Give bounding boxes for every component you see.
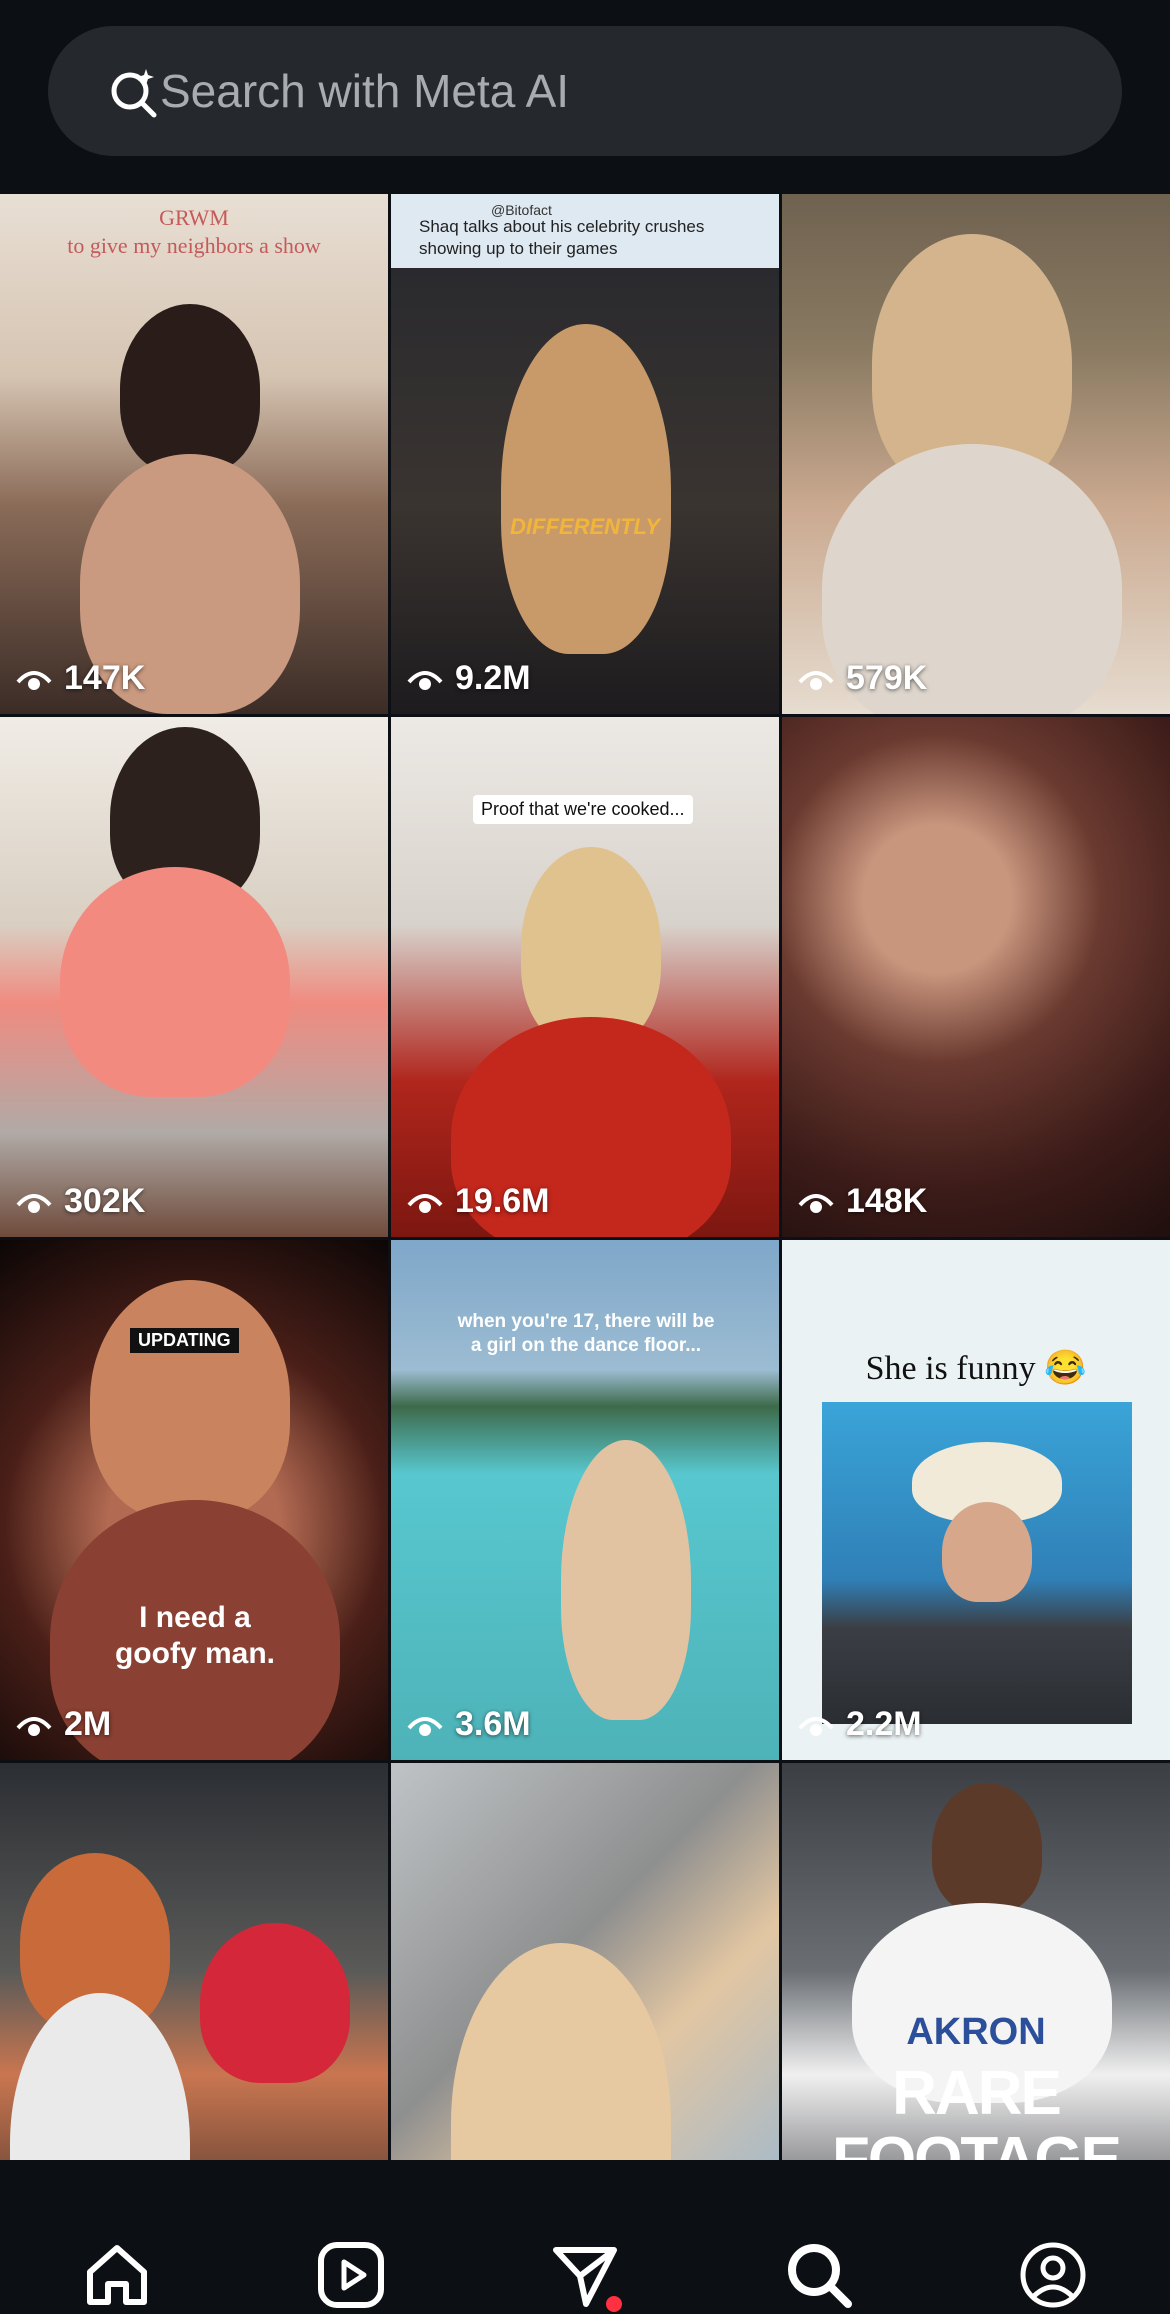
view-count-label: 148K	[846, 1181, 928, 1220]
view-count-label: 3.6M	[455, 1704, 531, 1743]
reels-icon	[318, 2242, 384, 2308]
view-count-label: 147K	[64, 658, 146, 697]
view-count: 2M	[14, 1704, 111, 1744]
search-icon	[788, 2244, 852, 2308]
explore-tile[interactable]: UPDATING I need a goofy man. 2M	[0, 1240, 388, 1760]
nav-direct[interactable]	[550, 2240, 622, 2312]
tile-caption: when you're 17, there will be a girl on …	[457, 1311, 715, 1356]
view-count: 19.6M	[405, 1181, 550, 1221]
eye-icon	[798, 1194, 834, 1213]
tile-thumbnail-body	[60, 867, 290, 1097]
tile-caption: Shaq talks about his celebrity crushes s…	[419, 217, 705, 258]
view-count-label: 579K	[846, 658, 928, 697]
view-count: 2.2M	[796, 1704, 922, 1744]
explore-tile[interactable]: GRWM to give my neighbors a show 147K	[0, 194, 388, 714]
view-count: 3.6M	[405, 1704, 531, 1744]
home-icon	[87, 2245, 147, 2305]
explore-tile[interactable]: AKRON RARE FOOTAGE OF LEBRON AT	[782, 1763, 1170, 2160]
tile-caption: GRWM to give my neighbors a show	[67, 205, 321, 258]
tile-thumbnail	[932, 1783, 1042, 1913]
explore-tile[interactable]: when you're 17, there will be a girl on …	[391, 1240, 779, 1760]
bottom-nav	[0, 2160, 1170, 2314]
explore-tile[interactable]	[0, 1763, 388, 2160]
explore-tile[interactable]: She is funny 😂 2.2M	[782, 1240, 1170, 1760]
tile-thumbnail	[451, 1943, 671, 2160]
person-face	[942, 1502, 1032, 1602]
tile-caption: RARE FOOTAGE OF LEBRON AT	[832, 2059, 1122, 2161]
explore-grid: GRWM to give my neighbors a show 147K @B…	[0, 194, 1170, 2160]
view-count-label: 2.2M	[846, 1704, 922, 1743]
explore-tile[interactable]: @Bitofact Shaq talks about his celebrity…	[391, 194, 779, 714]
eye-icon	[798, 1717, 834, 1736]
view-count: 579K	[796, 658, 927, 698]
view-count: 147K	[14, 658, 145, 698]
tile-thumbnail	[90, 1280, 290, 1520]
tile-thumbnail	[561, 1440, 691, 1720]
eye-icon	[407, 1717, 443, 1736]
tile-thumbnail-2	[200, 1923, 350, 2083]
view-count: 302K	[14, 1181, 145, 1221]
nav-home[interactable]	[82, 2240, 152, 2310]
tile-thumbnail	[501, 324, 671, 654]
profile-icon	[1020, 2242, 1086, 2308]
view-count: 9.2M	[405, 658, 531, 698]
eye-icon	[407, 1194, 443, 1213]
explore-tile[interactable]: 579K	[782, 194, 1170, 714]
tile-caption: Proof that we're cooked...	[473, 795, 693, 824]
explore-tile[interactable]: Proof that we're cooked... 19.6M	[391, 717, 779, 1237]
search-header: Search with Meta AI	[0, 0, 1170, 194]
nav-reels[interactable]	[316, 2240, 386, 2310]
notification-dot	[606, 2296, 622, 2312]
meta-ai-search-icon	[106, 63, 162, 119]
tile-thumbnail	[822, 1402, 1132, 1724]
jersey-text: AKRON	[906, 2011, 1046, 2053]
eye-icon	[16, 671, 52, 690]
eye-icon	[16, 1717, 52, 1736]
view-count-label: 2M	[64, 1704, 112, 1743]
view-count: 148K	[796, 1181, 927, 1221]
search-bar[interactable]: Search with Meta AI	[48, 26, 1122, 156]
explore-tile[interactable]: 148K	[782, 717, 1170, 1237]
view-count-label: 302K	[64, 1181, 146, 1220]
eye-icon	[16, 1194, 52, 1213]
tile-caption: She is funny 😂	[865, 1350, 1087, 1387]
explore-tile[interactable]: 302K	[0, 717, 388, 1237]
tile-thumbnail-body	[10, 1993, 190, 2160]
view-count-label: 9.2M	[455, 658, 531, 697]
tile-thumbnail	[120, 304, 260, 474]
tile-badge: UPDATING	[130, 1328, 239, 1353]
view-count-label: 19.6M	[455, 1181, 550, 1220]
eye-icon	[407, 671, 443, 690]
tile-overlay-text: DIFFERENTLY	[510, 514, 660, 539]
nav-search[interactable]	[784, 2240, 854, 2310]
tile-caption: I need a goofy man.	[114, 1601, 275, 1670]
search-placeholder: Search with Meta AI	[160, 65, 570, 117]
eye-icon	[798, 671, 834, 690]
explore-tile[interactable]	[391, 1763, 779, 2160]
nav-profile[interactable]	[1018, 2240, 1088, 2310]
